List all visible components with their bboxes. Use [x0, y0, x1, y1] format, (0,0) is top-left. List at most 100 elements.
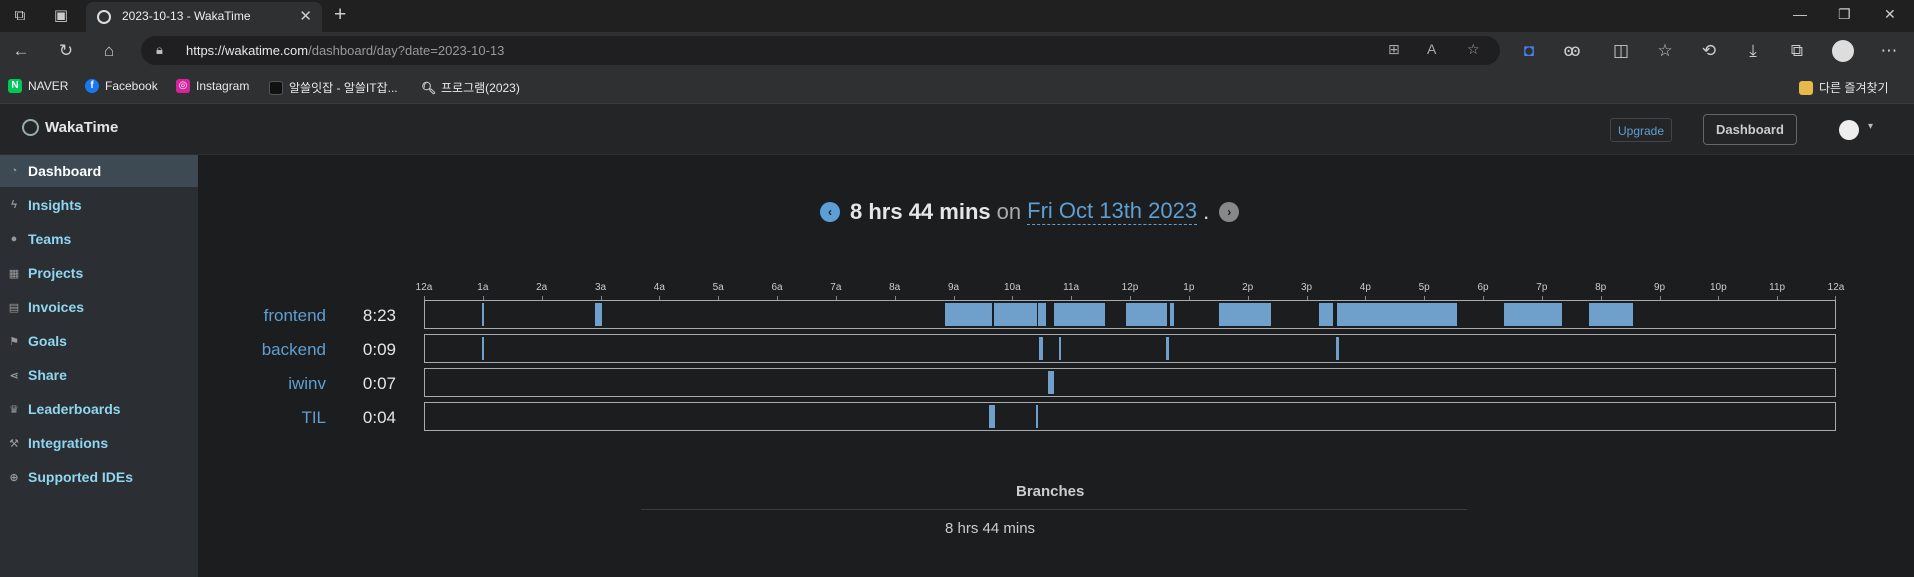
sidebar-item-label: Goals — [28, 333, 67, 349]
sidebar-item-teams[interactable]: ● Teams — [0, 223, 198, 255]
activity-segment[interactable] — [1319, 303, 1333, 326]
naver-icon: N — [8, 79, 22, 93]
divider — [641, 509, 1467, 510]
bookmark-facebook[interactable]: f Facebook — [85, 79, 158, 93]
project-time-til: 0:04 — [362, 408, 396, 427]
date-picker[interactable]: Fri Oct 13th 2023 — [1027, 198, 1198, 225]
activity-segment[interactable] — [1170, 303, 1175, 326]
favorites-icon[interactable]: ☆ — [1654, 40, 1676, 62]
restore-icon[interactable]: ❐ — [1838, 6, 1851, 23]
back-icon[interactable]: ← — [10, 40, 32, 62]
close-tab-icon[interactable]: ✕ — [299, 7, 312, 25]
favorite-star-icon[interactable]: ☆ — [1467, 41, 1480, 58]
collections-icon[interactable]: ⧉ — [1786, 40, 1808, 62]
sidebar-item-supported-ides[interactable]: ⊕ Supported IDEs — [0, 461, 198, 493]
downloads-icon[interactable]: ⤓ — [1742, 40, 1764, 62]
chevron-down-icon[interactable]: ▾ — [1868, 121, 1873, 132]
address-bar[interactable]: 🔒︎ https://wakatime.com/dashboard/day?da… — [141, 36, 1500, 65]
history-icon[interactable]: ⟲ — [1698, 40, 1720, 62]
sidebar-item-leaderboards[interactable]: ♛ Leaderboards — [0, 393, 198, 425]
dashboard-button[interactable]: Dashboard — [1703, 114, 1797, 145]
flag-icon: ⚑ — [9, 335, 19, 348]
sidebar-item-projects[interactable]: ▦ Projects — [0, 257, 198, 289]
close-window-icon[interactable]: ✕ — [1884, 6, 1896, 23]
activity-segment[interactable] — [481, 303, 484, 326]
activity-segment[interactable] — [1588, 303, 1634, 326]
activity-segment[interactable] — [1125, 303, 1168, 326]
sidebar-item-label: Dashboard — [28, 163, 102, 179]
activity-segment[interactable] — [993, 303, 1038, 326]
activity-segment[interactable] — [988, 405, 995, 428]
x-tick-label: 5p — [1418, 282, 1430, 293]
brand-name: WakaTime — [45, 119, 119, 136]
activity-segment[interactable] — [1053, 303, 1106, 326]
activity-segment[interactable] — [944, 303, 992, 326]
split-screen-icon[interactable]: ◫ — [1610, 40, 1632, 62]
upgrade-button[interactable]: Upgrade — [1610, 118, 1673, 142]
activity-segment[interactable] — [1335, 337, 1339, 360]
activity-segment[interactable] — [594, 303, 602, 326]
plus-circle-icon: ⊕ — [9, 471, 19, 484]
sidebar-item-dashboard[interactable]: ◔ Dashboard — [0, 155, 198, 187]
tab-title: 2023-10-13 - WakaTime — [122, 9, 251, 23]
new-tab-icon[interactable]: + — [334, 3, 346, 27]
bookmark-program[interactable]: 🔍︎ 프로그램(2023) — [421, 79, 520, 96]
sidebar-item-label: Supported IDEs — [28, 469, 134, 485]
x-tick-label: 12p — [1121, 282, 1139, 293]
refresh-icon[interactable]: ↻ — [55, 40, 77, 62]
minimize-icon[interactable]: — — [1793, 6, 1807, 22]
activity-segment[interactable] — [1166, 337, 1169, 360]
day-summary-headline: ‹ 8 hrs 44 mins on Fri Oct 13th 2023 . › — [820, 198, 1240, 225]
x-tick-label: 1a — [477, 282, 489, 293]
project-name-backend[interactable]: backend — [176, 340, 326, 360]
previous-day-icon[interactable]: ‹ — [820, 201, 840, 222]
read-aloud-icon[interactable]: A — [1427, 41, 1436, 57]
sidebar-item-label: Teams — [28, 231, 72, 247]
extension-shield-icon[interactable]: ◘ — [1518, 40, 1540, 62]
x-tick-label: 7p — [1536, 282, 1548, 293]
more-menu-icon[interactable]: ⋯ — [1878, 40, 1900, 62]
sidebar-item-label: Insights — [28, 197, 82, 213]
lock-icon[interactable]: 🔒︎ — [156, 42, 163, 58]
activity-segment[interactable] — [1035, 405, 1038, 428]
timeline-row-iwinv — [424, 368, 1836, 397]
browser-tab[interactable]: 2023-10-13 - WakaTime ✕ — [86, 2, 322, 32]
timeline-row-backend — [424, 334, 1836, 363]
activity-segment[interactable] — [1337, 303, 1457, 326]
home-icon[interactable]: ⌂ — [98, 40, 120, 62]
sidebar-item-share[interactable]: ⋖ Share — [0, 359, 198, 391]
users-icon: ● — [10, 233, 18, 245]
activity-segment[interactable] — [1038, 337, 1043, 360]
extension-eyes-icon[interactable]: ꙭ — [1561, 40, 1583, 62]
site-icon — [269, 80, 283, 95]
profile-avatar[interactable] — [1832, 40, 1854, 62]
brand[interactable]: WakaTime — [22, 119, 118, 136]
project-name-iwinv[interactable]: iwinv — [176, 374, 326, 394]
project-name-til[interactable]: TIL — [176, 408, 326, 428]
activity-segment[interactable] — [1503, 303, 1563, 326]
x-tick-label: 4a — [653, 282, 665, 293]
activity-segment[interactable] — [1047, 371, 1054, 394]
sidebar-item-invoices[interactable]: ▤ Invoices — [0, 291, 198, 323]
sidebar-item-insights[interactable]: ϟ Insights — [0, 189, 198, 221]
app-available-icon[interactable]: ⊞ — [1388, 41, 1400, 58]
bookmark-instagram[interactable]: ◎ Instagram — [176, 79, 249, 93]
x-tick-label: 4p — [1359, 282, 1371, 293]
activity-segment[interactable] — [1038, 303, 1047, 326]
x-tick-label: 3a — [594, 282, 607, 293]
bookmark-it-jobs[interactable]: 알쓸잇잡 - 알쓸IT잡... — [269, 79, 398, 96]
activity-segment[interactable] — [1219, 303, 1272, 326]
bookmark-naver[interactable]: N NAVER — [8, 79, 68, 93]
workspaces-icon[interactable]: ⧉ — [10, 6, 30, 26]
tab-actions-icon[interactable]: ▣ — [51, 6, 71, 26]
browser-toolbar: ← ↻ ⌂ 🔒︎ https://wakatime.com/dashboard/… — [0, 32, 1914, 70]
activity-segment[interactable] — [481, 337, 484, 360]
next-day-icon[interactable]: › — [1219, 201, 1240, 222]
other-bookmarks[interactable]: 다른 즐겨찾기 — [1799, 79, 1889, 96]
user-avatar[interactable] — [1839, 120, 1859, 140]
activity-segment[interactable] — [1059, 337, 1062, 360]
project-name-frontend[interactable]: frontend — [176, 306, 326, 326]
sidebar-item-integrations[interactable]: ⚒ Integrations — [0, 427, 198, 459]
sidebar-item-goals[interactable]: ⚑ Goals — [0, 325, 198, 357]
branches-total-time: 8 hrs 44 mins — [945, 520, 1036, 537]
